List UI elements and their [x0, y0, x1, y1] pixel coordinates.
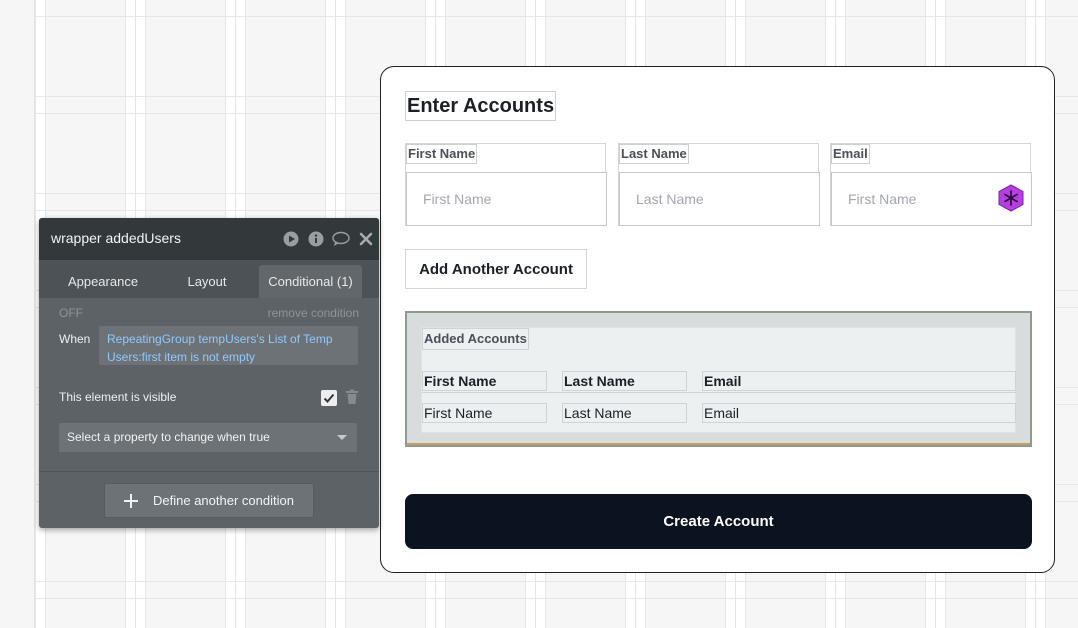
row-first-name: First Name	[422, 403, 547, 423]
remove-condition-link[interactable]: remove condition	[268, 306, 359, 320]
first-name-label: First Name	[406, 144, 478, 164]
tab-layout[interactable]: Layout	[179, 265, 235, 298]
row-email: Email	[702, 403, 1016, 423]
row-last-name: Last Name	[562, 403, 687, 423]
panel-header[interactable]: wrapper addedUsers	[39, 218, 379, 260]
create-account-button[interactable]: Create Account	[405, 494, 1032, 549]
info-icon[interactable]	[308, 231, 324, 247]
panel-tabs: Appearance Layout Conditional (1)	[39, 260, 379, 298]
add-another-account-button[interactable]: Add Another Account	[405, 249, 587, 289]
property-select-placeholder: Select a property to change when true	[67, 430, 270, 444]
table-row: First Name Last Name Email	[422, 403, 1016, 423]
chevron-down-icon	[337, 435, 347, 440]
header-first-name: First Name	[422, 371, 547, 391]
last-name-input[interactable]	[619, 172, 820, 226]
header-last-name: Last Name	[562, 371, 687, 391]
tab-appearance[interactable]: Appearance	[59, 265, 147, 298]
visible-property-label: This element is visible	[59, 390, 177, 404]
email-label: Email	[831, 144, 870, 164]
play-icon[interactable]	[283, 231, 299, 247]
enter-accounts-card[interactable]: Enter Accounts First Name Last Name Emai…	[380, 66, 1055, 573]
card-title: Enter Accounts	[405, 91, 557, 121]
trash-icon[interactable]	[345, 389, 359, 405]
panel-title: wrapper addedUsers	[51, 230, 181, 246]
close-icon[interactable]	[359, 231, 373, 247]
last-name-group: Last Name	[618, 143, 820, 226]
condition-expression[interactable]: RepeatingGroup tempUsers's List of Temp …	[99, 326, 358, 365]
last-name-label: Last Name	[619, 144, 689, 164]
comment-icon[interactable]	[332, 231, 350, 247]
property-editor-panel[interactable]: wrapper addedUsers Appearance Layout Con…	[39, 218, 379, 528]
hexagon-plugin-icon[interactable]	[998, 184, 1024, 212]
property-select[interactable]: Select a property to change when true	[59, 423, 357, 452]
define-another-condition-label: Define another condition	[153, 493, 294, 508]
header-email: Email	[702, 371, 1016, 391]
define-another-condition-button[interactable]: Define another condition	[104, 483, 314, 518]
plus-icon	[124, 494, 138, 508]
added-accounts-group: Added Accounts First Name Last Name Emai…	[421, 327, 1016, 433]
check-icon	[323, 393, 335, 403]
condition-off-label: OFF	[59, 306, 83, 320]
when-label: When	[59, 332, 91, 346]
canvas-gutter	[0, 0, 35, 628]
email-group: Email	[830, 143, 1032, 226]
panel-divider	[39, 471, 379, 472]
table-header-row: First Name Last Name Email	[422, 371, 1016, 391]
added-accounts-title: Added Accounts	[422, 328, 529, 350]
tab-conditional[interactable]: Conditional (1)	[259, 265, 362, 298]
wrapper-added-users[interactable]: Added Accounts First Name Last Name Emai…	[405, 311, 1032, 447]
table-divider	[422, 392, 1016, 393]
first-name-input[interactable]	[406, 172, 607, 226]
visible-checkbox[interactable]	[321, 390, 337, 406]
first-name-group: First Name	[405, 143, 607, 226]
